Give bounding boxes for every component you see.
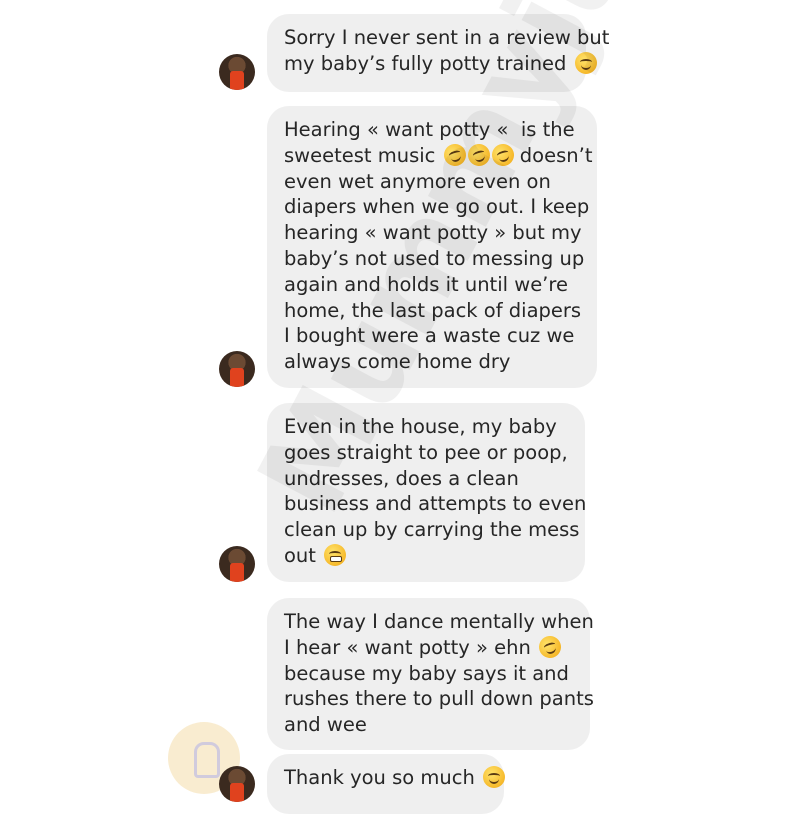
message-text: because my baby says it and	[284, 661, 569, 685]
smiling-face-icon	[574, 51, 597, 74]
message-bubble[interactable]: Even in the house, my baby goes straight…	[267, 403, 587, 582]
rolling-on-floor-laughing-icon	[440, 140, 469, 169]
message-text: rushes there to pull down pants	[284, 687, 594, 711]
message-bubble[interactable]: Thank you so much	[267, 754, 506, 814]
message-text: doesn’t	[513, 143, 593, 167]
message-text: clean up by carrying the mess	[284, 518, 580, 542]
message-text: hearing « want potty » but my	[284, 221, 582, 245]
avatar[interactable]	[219, 351, 255, 387]
message-text: business and attempts to even	[284, 492, 587, 516]
message-bubble[interactable]: Sorry I never sent in a review but my ba…	[267, 14, 610, 92]
message-text: home, the last pack of diapers	[284, 298, 582, 322]
message-text: my baby’s fully potty trained	[284, 51, 567, 75]
avatar[interactable]	[219, 766, 255, 802]
message-text: The way I dance mentally when	[284, 610, 594, 633]
message-text: baby’s not used to messing up	[284, 246, 585, 270]
message-text: goes straight to pee or poop,	[284, 440, 568, 464]
rolling-on-floor-laughing-icon	[488, 140, 517, 169]
message-text: and wee	[284, 713, 367, 737]
message-text: again and holds it until we’re	[284, 272, 568, 296]
message-bubble[interactable]: The way I dance mentally when I hear « w…	[267, 598, 594, 750]
message-text: diapers when we go out. I keep	[284, 195, 590, 219]
message-text: even wet anymore even on	[284, 169, 551, 193]
message-text: Even in the house, my baby	[284, 415, 557, 438]
smiling-face-icon	[483, 766, 506, 788]
message-text: I hear « want potty » ehn	[284, 635, 538, 659]
message-text: Hearing « want potty « is the	[284, 118, 575, 141]
avatar[interactable]	[219, 54, 255, 90]
rolling-on-floor-laughing-icon	[464, 140, 493, 169]
rolling-on-floor-laughing-icon	[536, 632, 564, 661]
message-text: sweetest music	[284, 143, 442, 167]
message-text: always come home dry	[284, 350, 511, 374]
message-text: out	[284, 543, 323, 567]
message-bubble[interactable]: Hearing « want potty « is the sweetest m…	[267, 106, 597, 388]
message-text: Sorry I never sent in a review but	[284, 26, 610, 49]
message-text: undresses, does a clean	[284, 466, 519, 490]
avatar[interactable]	[219, 546, 255, 582]
message-text: Thank you so much	[284, 766, 482, 789]
grimacing-face-icon	[324, 543, 347, 566]
message-text: I bought were a waste cuz we	[284, 324, 575, 348]
